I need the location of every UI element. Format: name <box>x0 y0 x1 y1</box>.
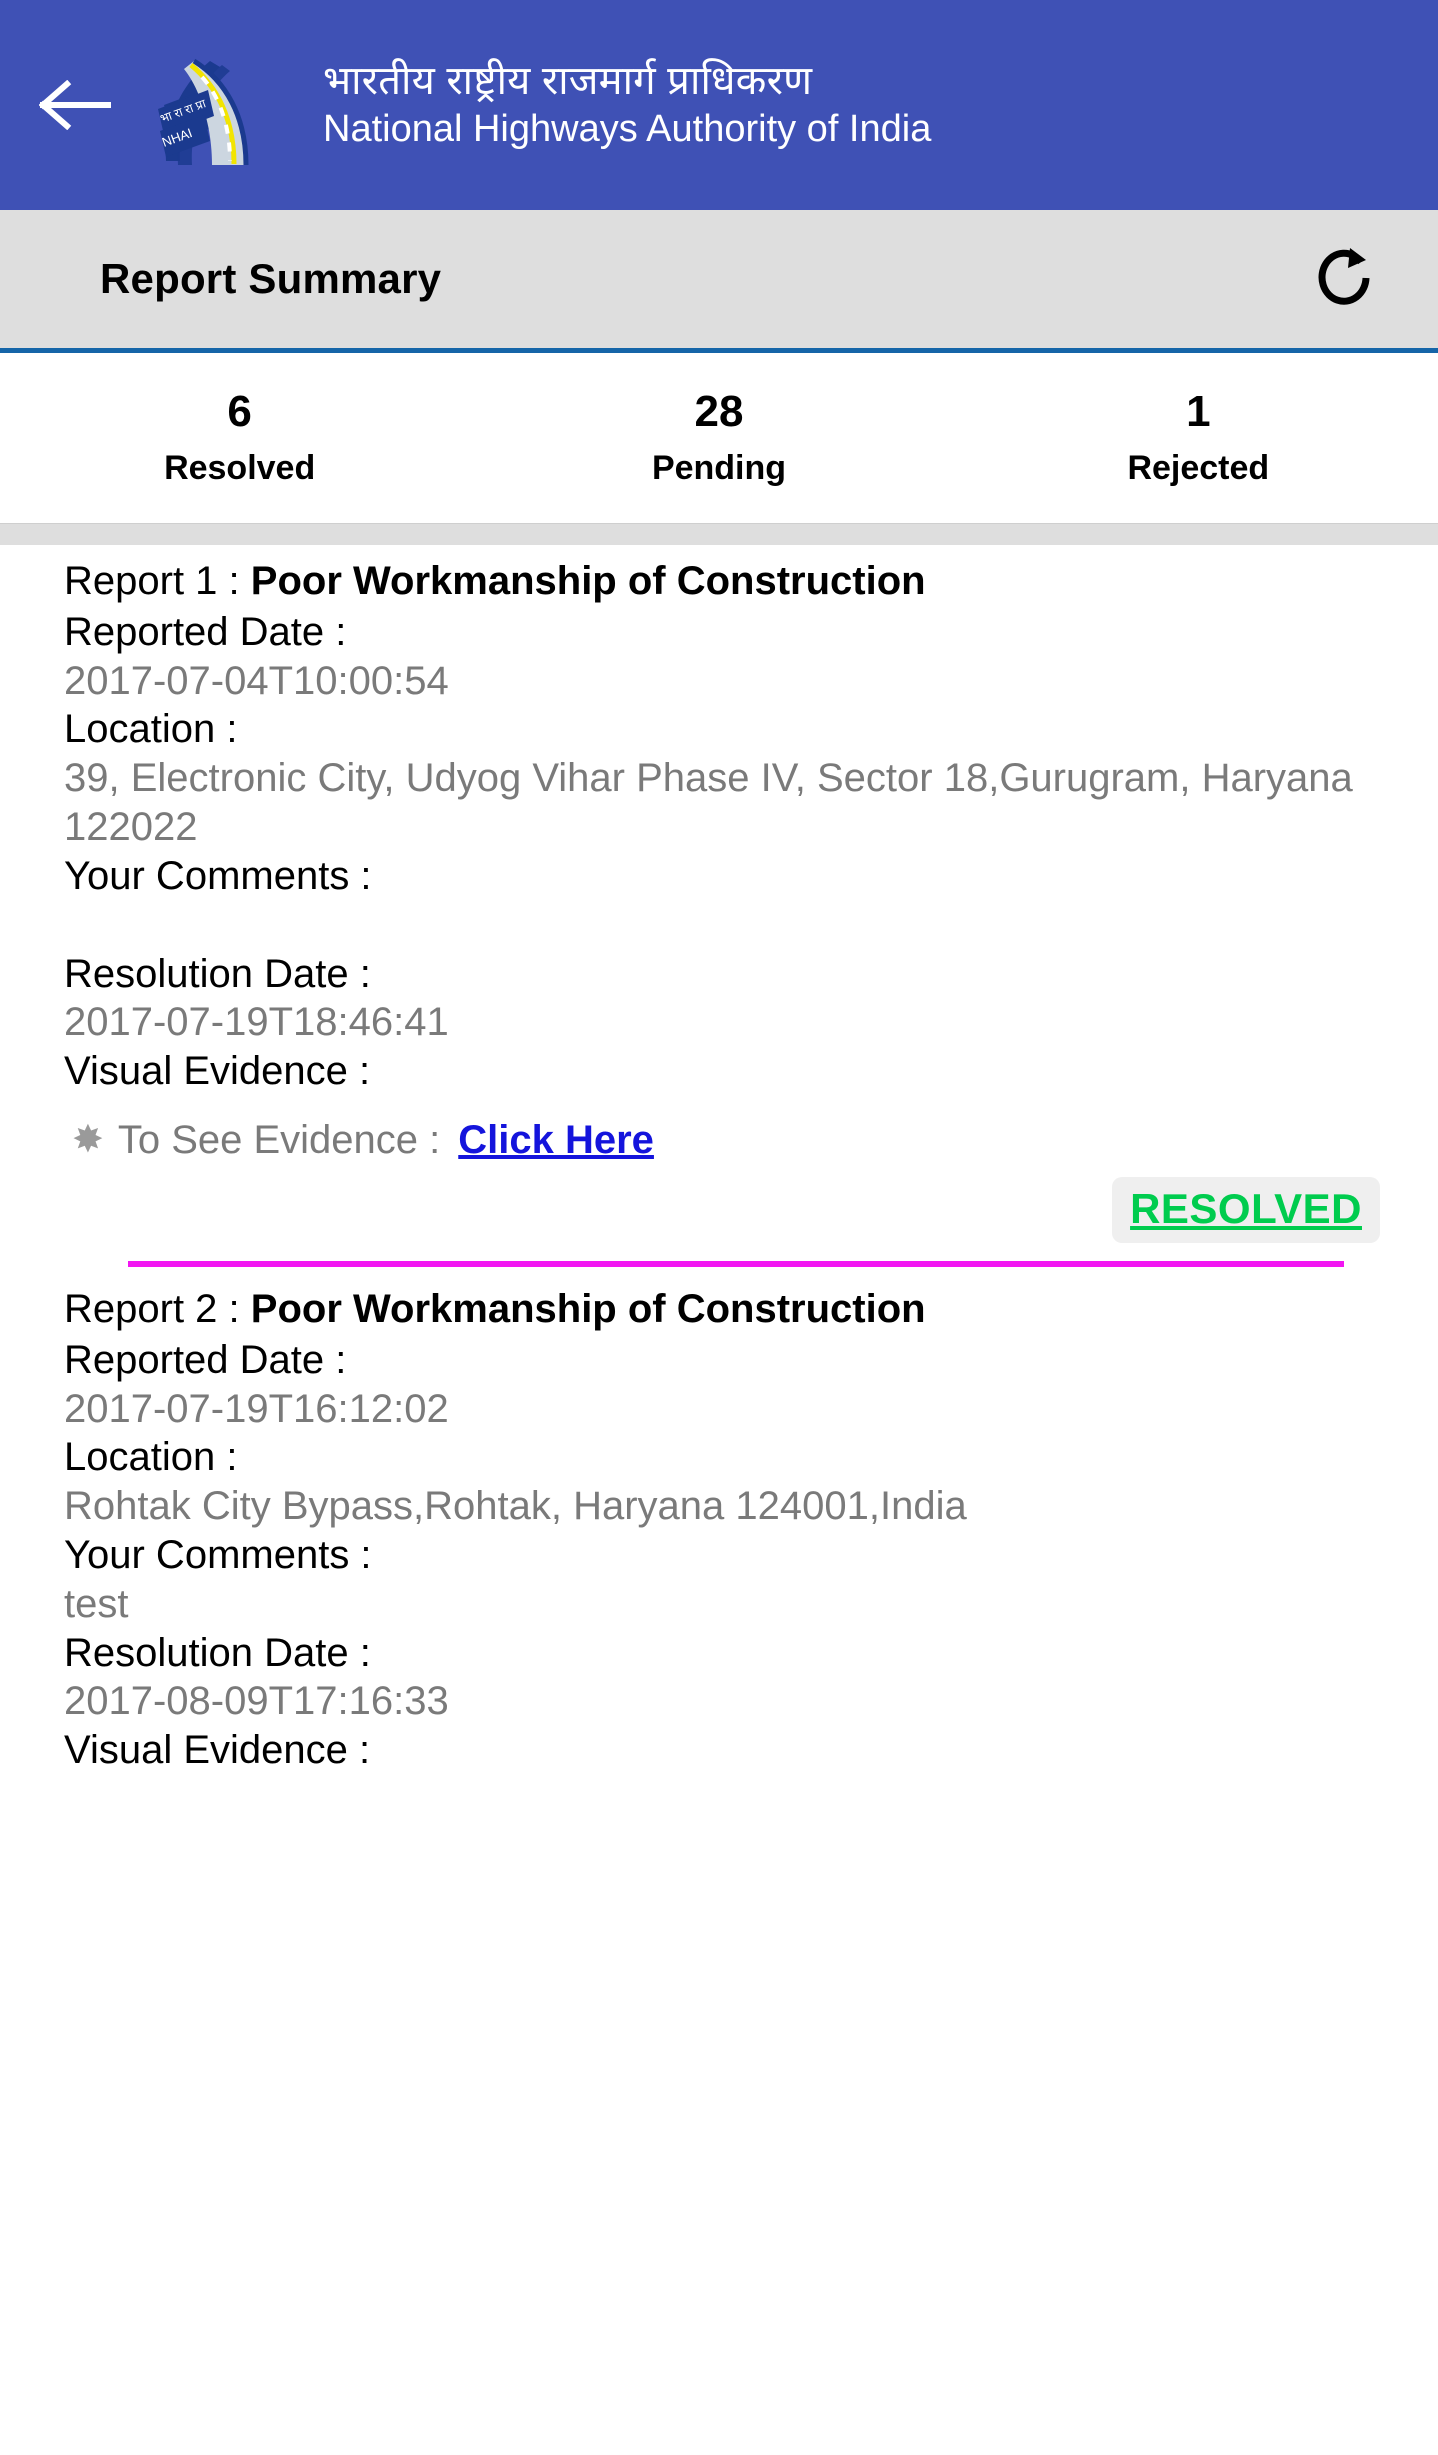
brand-title-hindi: भारतीय राष्ट्रीय राजमार्ग प्राधिकरण <box>323 59 813 104</box>
stat-label: Resolved <box>164 449 316 488</box>
report-subject: Poor Workmanship of Construction <box>250 559 926 603</box>
brand-text: भारतीय राष्ट्रीय राजमार्ग प्राधिकरण Nati… <box>323 59 931 150</box>
resolution-date-value: 2017-08-09T17:16:33 <box>64 1679 449 1724</box>
visual-evidence-label: Visual Evidence : <box>64 1728 371 1773</box>
comments-value: test <box>64 1581 129 1626</box>
report-index-label: Report 1 : <box>64 559 251 603</box>
section-divider <box>0 523 1438 545</box>
page-subheader: Report Summary <box>0 210 1438 353</box>
stat-resolved[interactable]: 6 Resolved <box>0 386 479 488</box>
refresh-button[interactable] <box>1300 234 1390 324</box>
status-badge[interactable]: RESOLVED <box>1112 1176 1380 1243</box>
reported-date-value: 2017-07-19T16:12:02 <box>64 1386 449 1431</box>
report-title: Report 1 : Poor Workmanship of Construct… <box>64 557 1408 606</box>
comments-label: Your Comments : <box>64 1532 372 1577</box>
location-value: Rohtak City Bypass,Rohtak, Haryana 12400… <box>64 1484 967 1529</box>
reported-date-label: Reported Date : <box>64 1337 347 1382</box>
app-brand-bar: भा रा रा प्रा NHAI भारतीय राष्ट्रीय राजम… <box>0 0 1438 210</box>
evidence-prefix-text: To See Evidence : <box>117 1117 441 1162</box>
stat-value: 28 <box>694 387 744 437</box>
arrow-left-icon <box>39 80 111 130</box>
stat-label: Rejected <box>1127 449 1270 488</box>
reported-date-label: Reported Date : <box>64 609 347 654</box>
report-card[interactable]: Report 1 : Poor Workmanship of Construct… <box>0 545 1438 1267</box>
report-card[interactable]: Report 2 : Poor Workmanship of Construct… <box>0 1266 1438 1775</box>
brand-cluster: भा रा रा प्रा NHAI भारतीय राष्ट्रीय राजम… <box>150 43 1438 168</box>
comments-value <box>64 901 1408 950</box>
stat-value: 6 <box>227 387 252 437</box>
status-counters: 6 Resolved 28 Pending 1 Rejected <box>0 353 1438 523</box>
reported-date-value: 2017-07-04T10:00:54 <box>64 658 449 703</box>
report-index-label: Report 2 : <box>64 1286 251 1331</box>
location-value: 39, Electronic City, Udyog Vihar Phase I… <box>64 756 1364 849</box>
stat-label: Pending <box>651 449 787 488</box>
report-summary-screen: भा रा रा प्रा NHAI भारतीय राष्ट्रीय राजम… <box>0 0 1438 2455</box>
report-list: Report 1 : Poor Workmanship of Construct… <box>0 545 1438 1775</box>
refresh-icon <box>1314 244 1376 315</box>
report-subject: Poor Workmanship of Construction <box>250 1286 926 1331</box>
stat-pending[interactable]: 28 Pending <box>479 386 958 488</box>
star-bullet-icon: ✸ <box>72 1119 104 1162</box>
status-row: RESOLVED <box>64 1163 1408 1243</box>
page-title: Report Summary <box>100 255 442 302</box>
stat-rejected[interactable]: 1 Rejected <box>959 386 1438 488</box>
comments-label: Your Comments : <box>64 853 372 898</box>
evidence-row: ✸ To See Evidence : Click Here <box>64 1118 1408 1163</box>
stat-value: 1 <box>1186 387 1211 437</box>
nhai-logo-icon: भा रा रा प्रा NHAI <box>150 43 305 168</box>
back-button[interactable] <box>0 0 150 210</box>
evidence-click-here-link[interactable]: Click Here <box>458 1118 654 1163</box>
resolution-date-label: Resolution Date : <box>64 1630 371 1675</box>
resolution-date-value: 2017-07-19T18:46:41 <box>64 1000 449 1045</box>
location-label: Location : <box>64 1435 238 1480</box>
brand-title-english: National Highways Authority of India <box>323 108 932 151</box>
visual-evidence-label: Visual Evidence : <box>64 1049 371 1094</box>
resolution-date-label: Resolution Date : <box>64 951 371 996</box>
location-label: Location : <box>64 707 238 752</box>
report-title: Report 2 : Poor Workmanship of Construct… <box>64 1285 1408 1334</box>
